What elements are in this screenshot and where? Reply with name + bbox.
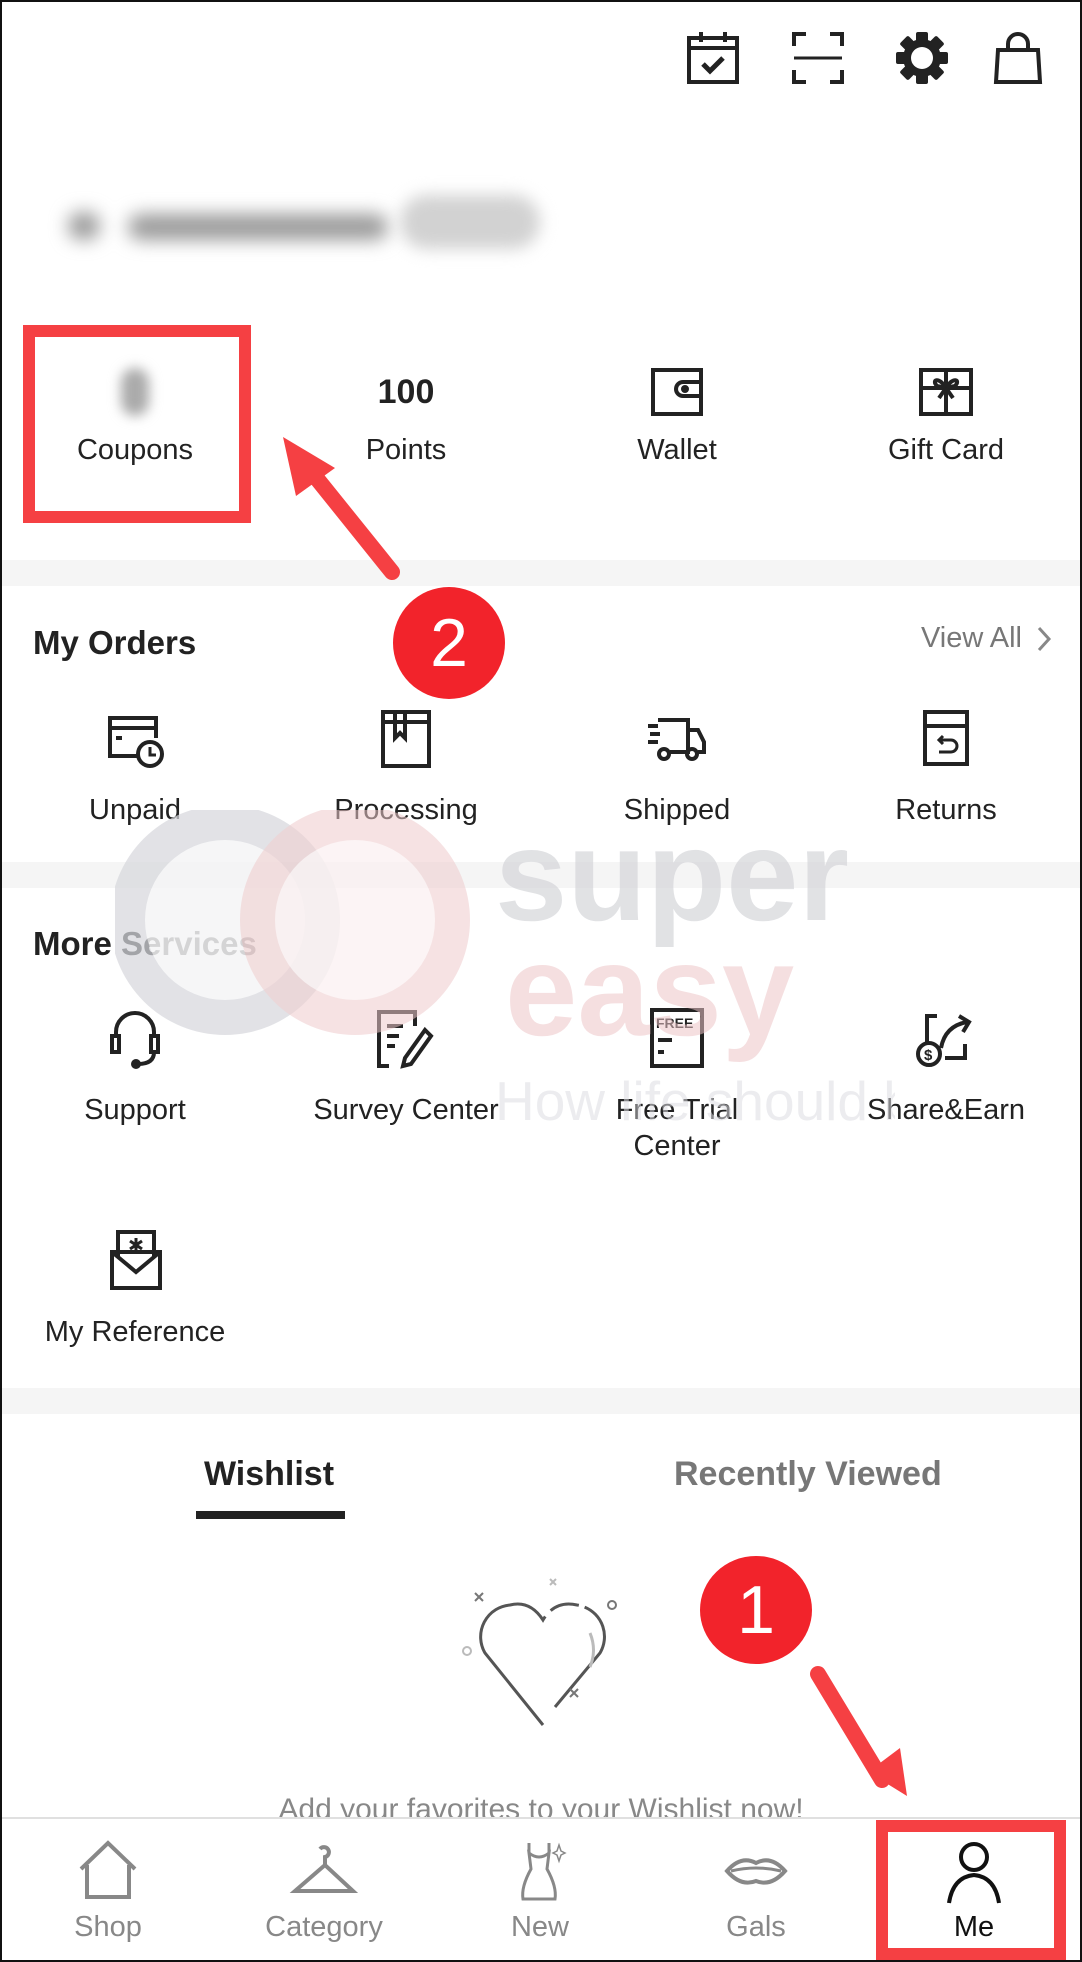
service-label: Share&Earn	[867, 1094, 1025, 1126]
nav-label: New	[510, 1911, 569, 1943]
stat-gift-card[interactable]: Gift Card	[811, 362, 1081, 467]
points-value: 100	[377, 372, 435, 411]
view-all-label: View All	[920, 622, 1022, 654]
order-returns[interactable]: Returns	[811, 708, 1081, 828]
svg-text:$: $	[924, 1047, 933, 1064]
step-2-badge: 2	[393, 587, 505, 699]
returns-box-icon	[915, 708, 977, 770]
nav-label: Category	[265, 1911, 383, 1943]
svg-text:FREE: FREE	[656, 1015, 693, 1031]
step-1-badge: 1	[700, 1556, 812, 1664]
stat-label: Points	[365, 434, 447, 466]
active-tab-indicator	[196, 1511, 345, 1519]
section-divider	[0, 862, 1082, 888]
service-label: Survey Center	[313, 1094, 499, 1126]
nav-category[interactable]: Category	[216, 1819, 432, 1962]
section-divider	[0, 1388, 1082, 1414]
tab-recently-viewed[interactable]: Recently Viewed	[674, 1455, 942, 1494]
order-processing[interactable]: Processing	[271, 708, 541, 828]
home-icon	[73, 1839, 143, 1905]
processing-box-icon	[375, 708, 437, 770]
more-services-title: More Services	[33, 925, 257, 962]
shopping-bag-icon[interactable]	[990, 30, 1046, 86]
unpaid-card-clock-icon	[104, 708, 166, 770]
section-divider	[0, 560, 1082, 586]
arrow-to-me-tab	[810, 1666, 907, 1796]
shipped-truck-icon	[646, 708, 708, 770]
scan-icon[interactable]	[790, 30, 846, 86]
nav-shop[interactable]: Shop	[0, 1819, 216, 1962]
service-label: Support	[84, 1094, 186, 1126]
stat-points[interactable]: 100 Points	[271, 362, 541, 467]
headset-icon	[104, 1008, 166, 1070]
hanger-icon	[289, 1839, 359, 1905]
service-support[interactable]: Support	[0, 1008, 270, 1128]
coupons-highlight-box	[23, 325, 251, 523]
stat-wallet[interactable]: Wallet	[542, 362, 812, 467]
user-greeting-blurred	[60, 200, 400, 248]
order-unpaid[interactable]: Unpaid	[0, 708, 270, 828]
order-label: Returns	[895, 794, 997, 826]
nav-gals[interactable]: Gals	[648, 1819, 864, 1962]
nav-new[interactable]: New	[432, 1819, 648, 1962]
stat-label: Wallet	[637, 434, 717, 466]
my-orders-title: My Orders	[33, 624, 197, 661]
order-label: Processing	[334, 794, 478, 826]
wishlist-empty-message: Add your favorites to your Wishlist now!	[278, 1793, 804, 1817]
nav-label: Gals	[726, 1911, 786, 1943]
empty-wishlist-heart-icon	[455, 1575, 635, 1745]
free-trial-icon: FREE	[646, 1008, 708, 1070]
reference-envelope-icon	[104, 1230, 166, 1292]
service-free-trial-center[interactable]: FREE Free Trial Center	[542, 1008, 812, 1164]
service-label: Free Trial Center	[615, 1094, 739, 1162]
view-all-orders-link[interactable]: View All	[921, 622, 1052, 655]
gift-card-icon	[919, 368, 973, 416]
order-shipped[interactable]: Shipped	[542, 708, 812, 828]
order-label: Unpaid	[89, 794, 181, 826]
service-my-reference[interactable]: My Reference	[0, 1230, 270, 1350]
stat-label: Gift Card	[887, 434, 1005, 466]
wallet-icon	[651, 368, 703, 416]
service-survey-center[interactable]: Survey Center	[271, 1008, 541, 1128]
service-label: My Reference	[44, 1316, 226, 1348]
member-level-badge-blurred[interactable]	[400, 195, 540, 249]
survey-pencil-icon	[375, 1008, 437, 1070]
chevron-right-icon	[1036, 625, 1052, 653]
settings-gear-icon[interactable]	[894, 30, 950, 86]
dress-icon	[505, 1839, 575, 1905]
order-label: Shipped	[623, 794, 731, 826]
service-share-earn[interactable]: $ Share&Earn	[811, 1008, 1081, 1128]
me-tab-highlight-box	[876, 1820, 1066, 1960]
lips-icon	[721, 1839, 791, 1905]
tab-wishlist[interactable]: Wishlist	[204, 1455, 334, 1494]
share-earn-icon: $	[915, 1008, 977, 1070]
nav-label: Shop	[74, 1911, 142, 1943]
check-in-calendar-icon[interactable]	[685, 30, 741, 86]
